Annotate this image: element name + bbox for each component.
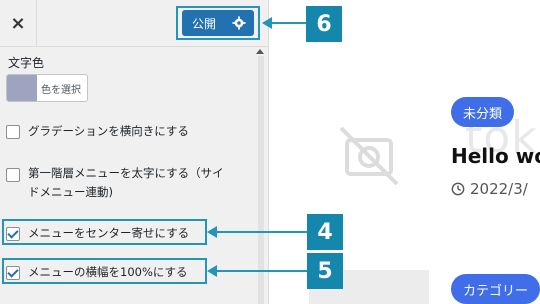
option-bold-first-level[interactable]: 第一階層メニューを太字にする（サイ ドメニュー連動) (6, 164, 224, 202)
close-icon: × (10, 12, 26, 34)
close-button[interactable]: × (0, 0, 37, 46)
text-color-label: 文字色 (8, 56, 45, 70)
checkbox[interactable] (6, 125, 20, 139)
badge-6: 6 (306, 6, 342, 42)
category-pill-uncategorized[interactable]: 未分類 (451, 97, 515, 127)
badge-4: 4 (307, 214, 343, 250)
color-swatch (7, 75, 37, 101)
arrow-line-6 (270, 22, 306, 24)
checkbox[interactable] (6, 168, 20, 182)
option-label: グラデーションを横向きにする (28, 124, 189, 138)
publish-label: 公開 (192, 16, 217, 31)
post-date: 2022/3/ (451, 180, 528, 198)
option-label-line1: 第一階層メニューを太字にする（サイ (28, 166, 224, 180)
option-gradient-horizontal[interactable]: グラデーションを横向きにする (6, 123, 189, 139)
clock-icon (451, 182, 465, 196)
gear-icon[interactable] (232, 16, 246, 30)
scrollbar[interactable] (258, 56, 264, 304)
badge-5: 5 (307, 253, 343, 289)
publish-button[interactable]: 公開 (182, 10, 254, 36)
option-label-line2: ドメニュー連動) (28, 185, 113, 199)
arrow-line-5 (215, 270, 307, 272)
scroll-up-icon[interactable] (256, 49, 264, 54)
arrow-line-4 (215, 231, 307, 233)
post-title[interactable]: Hello wo (451, 144, 540, 168)
no-image-icon (339, 126, 399, 186)
select-color-label: 色を選択 (41, 85, 81, 96)
highlight-box-width (2, 258, 207, 284)
select-color-button[interactable]: 色を選択 (6, 74, 88, 102)
option-label: 第一階層メニューを太字にする（サイ ドメニュー連動) (28, 164, 224, 202)
category-pill[interactable]: カテゴリー (451, 274, 540, 304)
post-date-text: 2022/3/ (470, 180, 528, 198)
highlight-box-center (2, 219, 207, 245)
